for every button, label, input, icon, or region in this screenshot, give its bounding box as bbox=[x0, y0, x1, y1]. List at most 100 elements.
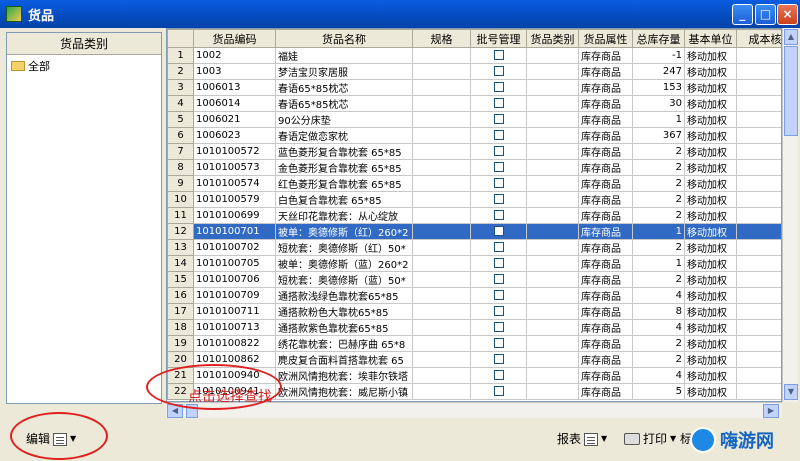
batch-checkbox[interactable] bbox=[493, 210, 504, 220]
attribute-cell[interactable]: 库存商品 bbox=[578, 79, 633, 96]
batch-checkbox[interactable] bbox=[493, 146, 504, 156]
cost-cell[interactable] bbox=[736, 47, 781, 64]
name-cell[interactable]: 金色菱形复合靠枕套 65*85 bbox=[275, 159, 413, 176]
cost-cell[interactable] bbox=[736, 207, 781, 224]
unit-cell[interactable]: 移动加权 bbox=[684, 191, 737, 208]
report-button[interactable]: 报表 ▼ bbox=[557, 428, 607, 450]
stock-cell[interactable]: 2 bbox=[632, 271, 685, 288]
name-cell[interactable]: 通搭款紫色靠枕套65*85 bbox=[275, 319, 413, 336]
category-cell[interactable] bbox=[526, 175, 579, 192]
batch-checkbox[interactable] bbox=[493, 386, 504, 396]
unit-cell[interactable]: 移动加权 bbox=[684, 175, 737, 192]
code-cell[interactable]: 1010100709 bbox=[193, 287, 276, 304]
code-cell[interactable]: 1010100702 bbox=[193, 239, 276, 256]
cost-cell[interactable] bbox=[736, 111, 781, 128]
name-cell[interactable]: 春语定做恋家枕 bbox=[275, 127, 413, 144]
unit-cell[interactable]: 移动加权 bbox=[684, 111, 737, 128]
name-cell[interactable]: 春语65*85枕芯 bbox=[275, 95, 413, 112]
table-row[interactable]: 3 1006013 春语65*85枕芯 库存商品 153 移动加权 bbox=[167, 79, 781, 96]
table-row[interactable]: 10 1010100579 白色复合靠枕套 65*85 库存商品 2 移动加权 bbox=[167, 191, 781, 208]
table-row[interactable]: 11 1010100699 天丝印花靠枕套：从心绽放 库存商品 2 移动加权 bbox=[167, 207, 781, 224]
column-header-cost[interactable]: 成本核 bbox=[736, 29, 781, 48]
category-cell[interactable] bbox=[526, 95, 579, 112]
unit-cell[interactable]: 移动加权 bbox=[684, 367, 737, 384]
table-row[interactable]: 6 1006023 春语定做恋家枕 库存商品 367 移动加权 bbox=[167, 127, 781, 144]
cost-cell[interactable] bbox=[736, 287, 781, 304]
row-number-cell[interactable]: 7 bbox=[167, 143, 194, 160]
spec-cell[interactable] bbox=[412, 351, 471, 368]
category-cell[interactable] bbox=[526, 271, 579, 288]
scroll-down-icon[interactable]: ▼ bbox=[784, 384, 798, 400]
category-cell[interactable] bbox=[526, 143, 579, 160]
cost-cell[interactable] bbox=[736, 367, 781, 384]
spec-cell[interactable] bbox=[412, 239, 471, 256]
stock-cell[interactable]: 2 bbox=[632, 191, 685, 208]
spec-cell[interactable] bbox=[412, 319, 471, 336]
attribute-cell[interactable]: 库存商品 bbox=[578, 335, 633, 352]
batch-checkbox[interactable] bbox=[493, 258, 504, 268]
stock-cell[interactable]: 2 bbox=[632, 175, 685, 192]
vertical-scroll-thumb[interactable] bbox=[784, 46, 798, 136]
stock-cell[interactable]: 2 bbox=[632, 143, 685, 160]
code-cell[interactable]: 1010100579 bbox=[193, 191, 276, 208]
row-number-cell[interactable]: 12 bbox=[167, 223, 194, 240]
table-row[interactable]: 14 1010100705 被单：奥德修斯（蓝）260*2 库存商品 1 移动加权 bbox=[167, 255, 781, 272]
column-header-attribute[interactable]: 货品属性 bbox=[578, 29, 633, 48]
attribute-cell[interactable]: 库存商品 bbox=[578, 95, 633, 112]
code-cell[interactable]: 1006014 bbox=[193, 95, 276, 112]
attribute-cell[interactable]: 库存商品 bbox=[578, 239, 633, 256]
table-row[interactable]: 12 1010100701 被单：奥德修斯（红）260*2 库存商品 1 移动加权 bbox=[167, 223, 781, 240]
row-number-cell[interactable]: 8 bbox=[167, 159, 194, 176]
vertical-scrollbar[interactable]: ▲ ▼ bbox=[782, 28, 798, 402]
name-cell[interactable]: 被单：奥德修斯（红）260*2 bbox=[275, 223, 413, 240]
batch-checkbox[interactable] bbox=[493, 162, 504, 172]
unit-cell[interactable]: 移动加权 bbox=[684, 255, 737, 272]
batch-checkbox[interactable] bbox=[493, 370, 504, 380]
attribute-cell[interactable]: 库存商品 bbox=[578, 159, 633, 176]
cost-cell[interactable] bbox=[736, 255, 781, 272]
name-cell[interactable]: 欧洲风情抱枕套：威尼斯小镇 bbox=[275, 383, 413, 400]
spec-cell[interactable] bbox=[412, 383, 471, 400]
table-row[interactable]: 1 1002 福娃 库存商品 -1 移动加权 bbox=[167, 47, 781, 64]
row-number-cell[interactable]: 16 bbox=[167, 287, 194, 304]
code-cell[interactable]: 1010100862 bbox=[193, 351, 276, 368]
spec-cell[interactable] bbox=[412, 207, 471, 224]
unit-cell[interactable]: 移动加权 bbox=[684, 223, 737, 240]
row-number-cell[interactable]: 18 bbox=[167, 319, 194, 336]
unit-cell[interactable]: 移动加权 bbox=[684, 143, 737, 160]
stock-cell[interactable]: 1 bbox=[632, 111, 685, 128]
row-number-cell[interactable]: 5 bbox=[167, 111, 194, 128]
row-number-cell[interactable]: 6 bbox=[167, 127, 194, 144]
row-number-cell[interactable]: 2 bbox=[167, 63, 194, 80]
spec-cell[interactable] bbox=[412, 287, 471, 304]
cost-cell[interactable] bbox=[736, 95, 781, 112]
scroll-right-icon[interactable]: ▶ bbox=[763, 404, 779, 418]
table-row[interactable]: 8 1010100573 金色菱形复合靠枕套 65*85 库存商品 2 移动加权 bbox=[167, 159, 781, 176]
spec-cell[interactable] bbox=[412, 191, 471, 208]
batch-checkbox[interactable] bbox=[493, 50, 504, 60]
table-row[interactable]: 21 1010100940 欧洲风情抱枕套：埃菲尔铁塔 库存商品 4 移动加权 bbox=[167, 367, 781, 384]
spec-cell[interactable] bbox=[412, 335, 471, 352]
unit-cell[interactable]: 移动加权 bbox=[684, 79, 737, 96]
cost-cell[interactable] bbox=[736, 175, 781, 192]
cost-cell[interactable] bbox=[736, 319, 781, 336]
code-cell[interactable]: 1010100572 bbox=[193, 143, 276, 160]
code-cell[interactable]: 1003 bbox=[193, 63, 276, 80]
category-cell[interactable] bbox=[526, 207, 579, 224]
table-row[interactable]: 9 1010100574 红色菱形复合靠枕套 65*85 库存商品 2 移动加权 bbox=[167, 175, 781, 192]
column-header-name[interactable]: 货品名称 bbox=[275, 29, 413, 48]
unit-cell[interactable]: 移动加权 bbox=[684, 271, 737, 288]
batch-checkbox[interactable] bbox=[493, 194, 504, 204]
attribute-cell[interactable]: 库存商品 bbox=[578, 175, 633, 192]
attribute-cell[interactable]: 库存商品 bbox=[578, 143, 633, 160]
code-cell[interactable]: 1010100705 bbox=[193, 255, 276, 272]
code-cell[interactable]: 1006013 bbox=[193, 79, 276, 96]
stock-cell[interactable]: 2 bbox=[632, 335, 685, 352]
scroll-left-icon[interactable]: ◀ bbox=[167, 404, 183, 418]
name-cell[interactable]: 蓝色菱形复合靠枕套 65*85 bbox=[275, 143, 413, 160]
category-cell[interactable] bbox=[526, 383, 579, 400]
row-number-cell[interactable]: 11 bbox=[167, 207, 194, 224]
attribute-cell[interactable]: 库存商品 bbox=[578, 223, 633, 240]
table-row[interactable]: 20 1010100862 麂皮复合面料首搭靠枕套 65 库存商品 2 移动加权 bbox=[167, 351, 781, 368]
batch-checkbox[interactable] bbox=[493, 98, 504, 108]
